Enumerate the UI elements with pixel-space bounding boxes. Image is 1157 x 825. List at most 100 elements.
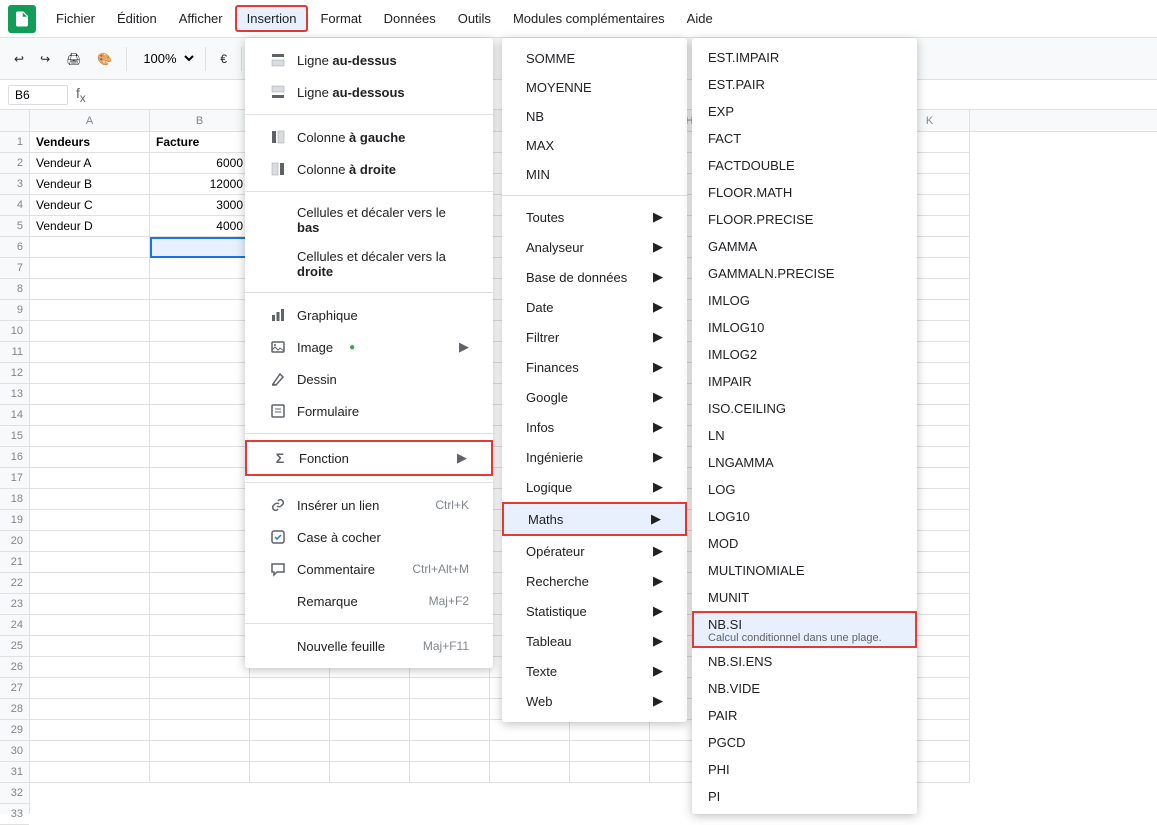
cell-a7[interactable] bbox=[30, 258, 150, 279]
undo-button[interactable]: ↩ bbox=[8, 48, 30, 70]
menu-afficher[interactable]: Afficher bbox=[169, 7, 233, 30]
ins-image[interactable]: Image ● ▶ bbox=[245, 331, 493, 363]
currency-button[interactable]: € bbox=[214, 48, 233, 70]
fn-ingenierie[interactable]: Ingénierie▶ bbox=[502, 442, 687, 472]
math-log10[interactable]: LOG10 bbox=[692, 503, 917, 530]
math-gamma[interactable]: GAMMA bbox=[692, 233, 917, 260]
math-plafond[interactable]: PLAFOND bbox=[692, 810, 917, 814]
cell-a2[interactable]: Vendeur A bbox=[30, 153, 150, 174]
cell-a3[interactable]: Vendeur B bbox=[30, 174, 150, 195]
math-iso-ceiling[interactable]: ISO.CEILING bbox=[692, 395, 917, 422]
math-multinomiale[interactable]: MULTINOMIALE bbox=[692, 557, 917, 584]
math-log[interactable]: LOG bbox=[692, 476, 917, 503]
fn-google[interactable]: Google▶ bbox=[502, 382, 687, 412]
fn-analyseur[interactable]: Analyseur▶ bbox=[502, 232, 687, 262]
math-munit[interactable]: MUNIT bbox=[692, 584, 917, 611]
ins-formulaire[interactable]: Formulaire bbox=[245, 395, 493, 427]
cell-a4[interactable]: Vendeur C bbox=[30, 195, 150, 216]
paint-format-button[interactable]: 🎨 bbox=[91, 48, 118, 70]
math-mod[interactable]: MOD bbox=[692, 530, 917, 557]
print-button[interactable]: 🖨 bbox=[60, 48, 87, 70]
fn-somme[interactable]: SOMME bbox=[502, 44, 687, 73]
math-fact[interactable]: FACT bbox=[692, 125, 917, 152]
fn-tableau[interactable]: Tableau▶ bbox=[502, 626, 687, 656]
cell-b4[interactable]: 3000 bbox=[150, 195, 250, 216]
cell-b3[interactable]: 12000 bbox=[150, 174, 250, 195]
math-floor-precise[interactable]: FLOOR.PRECISE bbox=[692, 206, 917, 233]
math-est-pair[interactable]: EST.PAIR bbox=[692, 71, 917, 98]
math-pair[interactable]: PAIR bbox=[692, 702, 917, 729]
math-ln[interactable]: LN bbox=[692, 422, 917, 449]
fn-maths[interactable]: Maths▶ bbox=[502, 502, 687, 536]
fn-statistique[interactable]: Statistique▶ bbox=[502, 596, 687, 626]
cell-a5[interactable]: Vendeur D bbox=[30, 216, 150, 237]
math-impair[interactable]: IMPAIR bbox=[692, 368, 917, 395]
ins-cellules-bas[interactable]: Cellules et décaler vers le bas bbox=[245, 198, 493, 242]
fn-base-donnees[interactable]: Base de données▶ bbox=[502, 262, 687, 292]
math-pgcd[interactable]: PGCD bbox=[692, 729, 917, 756]
ins-cellules-droite[interactable]: Cellules et décaler vers la droite bbox=[245, 242, 493, 286]
fn-logique[interactable]: Logique▶ bbox=[502, 472, 687, 502]
math-est-impair[interactable]: EST.IMPAIR bbox=[692, 44, 917, 71]
fn-infos[interactable]: Infos▶ bbox=[502, 412, 687, 442]
logique-arrow-icon: ▶ bbox=[653, 479, 663, 495]
zoom-select[interactable]: 100% bbox=[135, 48, 197, 69]
menu-format[interactable]: Format bbox=[310, 7, 371, 30]
math-pi[interactable]: PI bbox=[692, 783, 917, 810]
menu-outils[interactable]: Outils bbox=[448, 7, 501, 30]
fn-nb[interactable]: NB bbox=[502, 102, 687, 131]
cell-a1[interactable]: Vendeurs bbox=[30, 132, 150, 153]
cell-b7[interactable] bbox=[150, 258, 250, 279]
menu-edition[interactable]: Édition bbox=[107, 7, 167, 30]
fn-web[interactable]: Web▶ bbox=[502, 686, 687, 716]
ins-dessin[interactable]: Dessin bbox=[245, 363, 493, 395]
math-nb-si[interactable]: NB.SI Calcul conditionnel dans une plage… bbox=[692, 611, 917, 648]
math-phi[interactable]: PHI bbox=[692, 756, 917, 783]
redo-button[interactable]: ↪ bbox=[34, 48, 56, 70]
fn-finances[interactable]: Finances▶ bbox=[502, 352, 687, 382]
fn-toutes[interactable]: Toutes▶ bbox=[502, 202, 687, 232]
ins-col-gauche[interactable]: Colonne à gauche bbox=[245, 121, 493, 153]
cell-a6[interactable] bbox=[30, 237, 150, 258]
ins-remarque[interactable]: Remarque Maj+F2 bbox=[245, 585, 493, 617]
cell-b6[interactable] bbox=[150, 237, 250, 258]
math-imlog2[interactable]: IMLOG2 bbox=[692, 341, 917, 368]
menu-aide[interactable]: Aide bbox=[677, 7, 723, 30]
fn-min[interactable]: MIN bbox=[502, 160, 687, 189]
fn-recherche[interactable]: Recherche▶ bbox=[502, 566, 687, 596]
math-factdouble[interactable]: FACTDOUBLE bbox=[692, 152, 917, 179]
math-nb-si-ens[interactable]: NB.SI.ENS bbox=[692, 648, 917, 675]
math-imlog[interactable]: IMLOG bbox=[692, 287, 917, 314]
math-imlog10[interactable]: IMLOG10 bbox=[692, 314, 917, 341]
ins-lien[interactable]: Insérer un lien Ctrl+K bbox=[245, 489, 493, 521]
math-floor-math[interactable]: FLOOR.MATH bbox=[692, 179, 917, 206]
ins-col-droite[interactable]: Colonne à droite bbox=[245, 153, 493, 185]
cell-b1[interactable]: Facture bbox=[150, 132, 250, 153]
ins-nouvelle-feuille[interactable]: Nouvelle feuille Maj+F11 bbox=[245, 630, 493, 662]
math-lngamma[interactable]: LNGAMMA bbox=[692, 449, 917, 476]
menu-insertion[interactable]: Insertion bbox=[235, 5, 309, 32]
ins-case[interactable]: Case à cocher bbox=[245, 521, 493, 553]
cell-b5[interactable]: 4000 bbox=[150, 216, 250, 237]
ins-ligne-dessus[interactable]: Ligne au-dessus bbox=[245, 44, 493, 76]
math-nb-vide[interactable]: NB.VIDE bbox=[692, 675, 917, 702]
ins-fonction[interactable]: Σ Fonction ▶ bbox=[245, 440, 493, 476]
math-gammaln-precise[interactable]: GAMMALN.PRECISE bbox=[692, 260, 917, 287]
menu-donnees[interactable]: Données bbox=[374, 7, 446, 30]
cell-reference[interactable] bbox=[8, 85, 68, 105]
row-num-30: 30 bbox=[0, 741, 29, 762]
cell-b2[interactable]: 6000 bbox=[150, 153, 250, 174]
math-exp[interactable]: EXP bbox=[692, 98, 917, 125]
fn-filtrer[interactable]: Filtrer▶ bbox=[502, 322, 687, 352]
fn-operateur[interactable]: Opérateur▶ bbox=[502, 536, 687, 566]
ins-ligne-dessous[interactable]: Ligne au-dessous bbox=[245, 76, 493, 108]
row-num-28: 28 bbox=[0, 699, 29, 720]
ins-graphique[interactable]: Graphique bbox=[245, 299, 493, 331]
menu-fichier[interactable]: Fichier bbox=[46, 7, 105, 30]
ins-commentaire[interactable]: Commentaire Ctrl+Alt+M bbox=[245, 553, 493, 585]
fn-max[interactable]: MAX bbox=[502, 131, 687, 160]
fn-date[interactable]: Date▶ bbox=[502, 292, 687, 322]
menu-modules[interactable]: Modules complémentaires bbox=[503, 7, 675, 30]
fn-texte[interactable]: Texte▶ bbox=[502, 656, 687, 686]
fn-moyenne[interactable]: MOYENNE bbox=[502, 73, 687, 102]
